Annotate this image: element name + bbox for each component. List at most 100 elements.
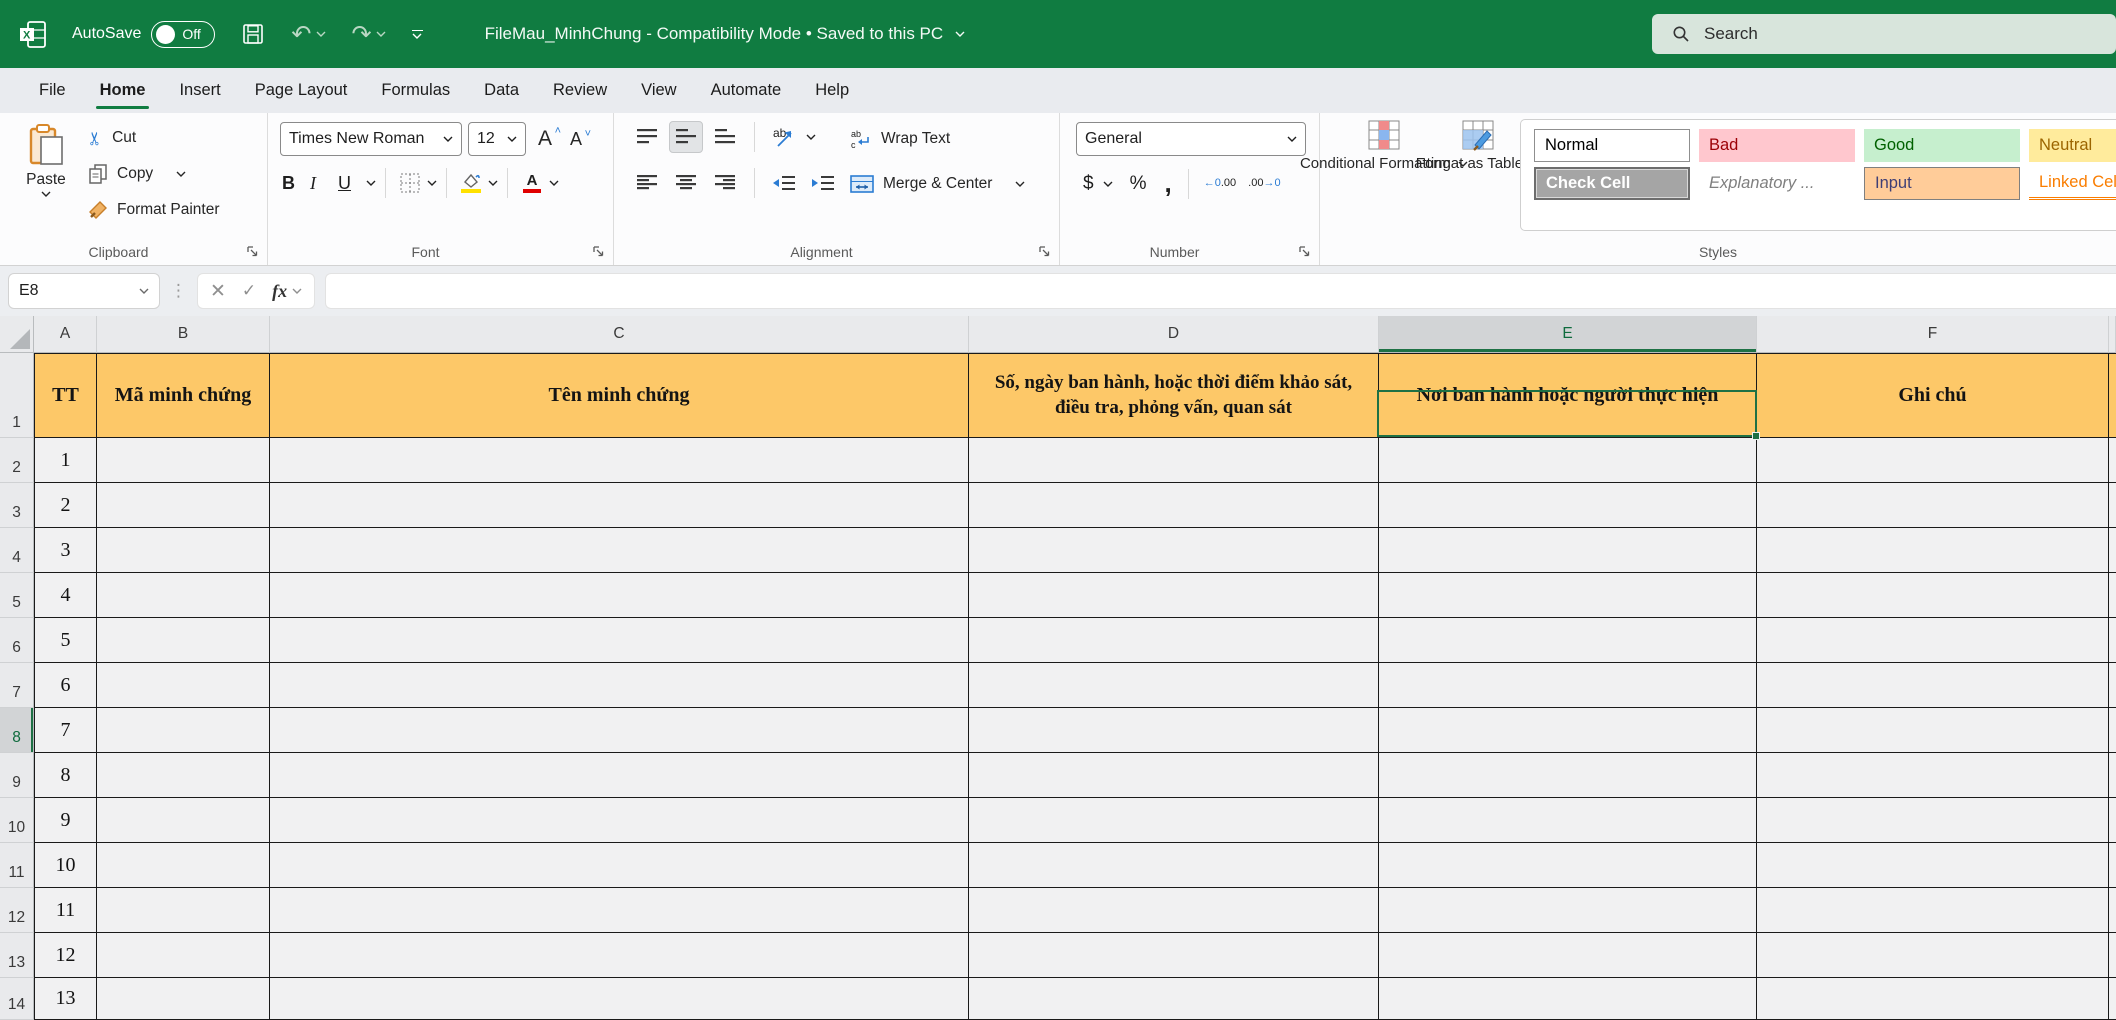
cell-A10[interactable]: 9: [34, 798, 97, 843]
accounting-format-button[interactable]: $: [1078, 173, 1099, 195]
column-header-F[interactable]: F: [1757, 316, 2109, 353]
cell-A13[interactable]: 12: [34, 933, 97, 978]
cell-D2[interactable]: [969, 438, 1379, 483]
orientation-dropdown-icon[interactable]: [806, 134, 816, 140]
search-input[interactable]: Search: [1652, 14, 2116, 54]
cell-E7[interactable]: [1379, 663, 1757, 708]
accounting-dropdown-icon[interactable]: [1103, 181, 1113, 187]
tab-automate[interactable]: Automate: [694, 68, 799, 113]
cell-C2[interactable]: [270, 438, 969, 483]
center-button[interactable]: [669, 167, 703, 199]
column-header-A[interactable]: A: [34, 316, 97, 353]
cell-F7[interactable]: [1757, 663, 2109, 708]
cell-A4[interactable]: 3: [34, 528, 97, 573]
cell-E12[interactable]: [1379, 888, 1757, 933]
cell-C4[interactable]: [270, 528, 969, 573]
cell-C7[interactable]: [270, 663, 969, 708]
cell-style-explanatory[interactable]: Explanatory ...: [1699, 167, 1855, 200]
cell-A3[interactable]: 2: [34, 483, 97, 528]
cell-E8[interactable]: [1379, 708, 1757, 753]
name-box[interactable]: E8: [8, 273, 160, 309]
cell-D13[interactable]: [969, 933, 1379, 978]
cell-C8[interactable]: [270, 708, 969, 753]
cell-C14[interactable]: [270, 978, 969, 1020]
increase-indent-button[interactable]: [806, 167, 840, 199]
cell-E5[interactable]: [1379, 573, 1757, 618]
row-header-7[interactable]: 7: [0, 663, 34, 708]
font-family-select[interactable]: Times New Roman: [280, 122, 462, 156]
cell-B7[interactable]: [97, 663, 270, 708]
cell-C3[interactable]: [270, 483, 969, 528]
tab-file[interactable]: File: [22, 68, 83, 113]
row-header-11[interactable]: 11: [0, 843, 34, 888]
cell-style-normal[interactable]: Normal: [1534, 129, 1690, 162]
cell-C6[interactable]: [270, 618, 969, 663]
row-header-8[interactable]: 8: [0, 708, 34, 753]
merge-center-button[interactable]: Merge & Center: [850, 168, 1025, 200]
cell-F12[interactable]: [1757, 888, 2109, 933]
enter-button[interactable]: ✓: [242, 281, 256, 301]
cell-D12[interactable]: [969, 888, 1379, 933]
decrease-decimal-button[interactable]: .00 →0: [1244, 178, 1284, 189]
cell-B5[interactable]: [97, 573, 270, 618]
customize-quick-access-button[interactable]: [411, 29, 423, 39]
cell-C10[interactable]: [270, 798, 969, 843]
align-right-button[interactable]: [708, 167, 742, 199]
cell-C5[interactable]: [270, 573, 969, 618]
increase-decimal-button[interactable]: ←0 .00: [1200, 178, 1240, 189]
clipboard-dialog-launcher[interactable]: [245, 244, 259, 258]
column-header-D[interactable]: D: [969, 316, 1379, 353]
tab-review[interactable]: Review: [536, 68, 624, 113]
tab-home[interactable]: Home: [83, 68, 163, 113]
row-header-1[interactable]: 1: [0, 353, 34, 438]
cell-F6[interactable]: [1757, 618, 2109, 663]
middle-align-button[interactable]: [669, 121, 703, 153]
header-cell-F1[interactable]: Ghi chú: [1757, 353, 2109, 438]
cell-B8[interactable]: [97, 708, 270, 753]
cell-style-check[interactable]: Check Cell: [1534, 167, 1690, 200]
column-header-B[interactable]: B: [97, 316, 270, 353]
align-left-button[interactable]: [630, 167, 664, 199]
cell-F9[interactable]: [1757, 753, 2109, 798]
fill-color-dropdown-icon[interactable]: [488, 180, 498, 186]
document-title[interactable]: FileMau_MinhChung - Compatibility Mode •…: [485, 24, 966, 44]
cell-E13[interactable]: [1379, 933, 1757, 978]
cell-A11[interactable]: 10: [34, 843, 97, 888]
font-size-select[interactable]: 12: [468, 122, 526, 156]
cell-E3[interactable]: [1379, 483, 1757, 528]
cell-E4[interactable]: [1379, 528, 1757, 573]
cell-B13[interactable]: [97, 933, 270, 978]
redo-button[interactable]: ↷: [352, 22, 386, 46]
row-header-12[interactable]: 12: [0, 888, 34, 933]
cell-A14[interactable]: 13: [34, 978, 97, 1020]
cell-style-bad[interactable]: Bad: [1699, 129, 1855, 162]
row-header-10[interactable]: 10: [0, 798, 34, 843]
cell-D4[interactable]: [969, 528, 1379, 573]
decrease-font-size-button[interactable]: A ˅: [564, 127, 591, 152]
cell-F14[interactable]: [1757, 978, 2109, 1020]
cancel-button[interactable]: ✕: [210, 280, 226, 303]
cell-style-input[interactable]: Input: [1864, 167, 2020, 200]
cell-F5[interactable]: [1757, 573, 2109, 618]
cell-D9[interactable]: [969, 753, 1379, 798]
column-header-C[interactable]: C: [270, 316, 969, 353]
cell-E2[interactable]: [1379, 438, 1757, 483]
font-color-button[interactable]: A: [517, 168, 547, 198]
undo-dropdown-icon[interactable]: [316, 31, 326, 37]
increase-font-size-button[interactable]: A ˄: [532, 125, 561, 153]
cell-C12[interactable]: [270, 888, 969, 933]
comma-style-button[interactable]: ,: [1159, 168, 1176, 199]
row-header-3[interactable]: 3: [0, 483, 34, 528]
cell-D5[interactable]: [969, 573, 1379, 618]
cell-A2[interactable]: 1: [34, 438, 97, 483]
alignment-dialog-launcher[interactable]: [1037, 244, 1051, 258]
cell-B3[interactable]: [97, 483, 270, 528]
fill-color-button[interactable]: [456, 168, 486, 198]
bottom-align-button[interactable]: [708, 121, 742, 153]
cell-D7[interactable]: [969, 663, 1379, 708]
cell-A12[interactable]: 11: [34, 888, 97, 933]
insert-function-button[interactable]: fx: [272, 281, 302, 302]
borders-button[interactable]: [395, 168, 425, 198]
row-header-14[interactable]: 14: [0, 978, 34, 1020]
tab-help[interactable]: Help: [798, 68, 866, 113]
